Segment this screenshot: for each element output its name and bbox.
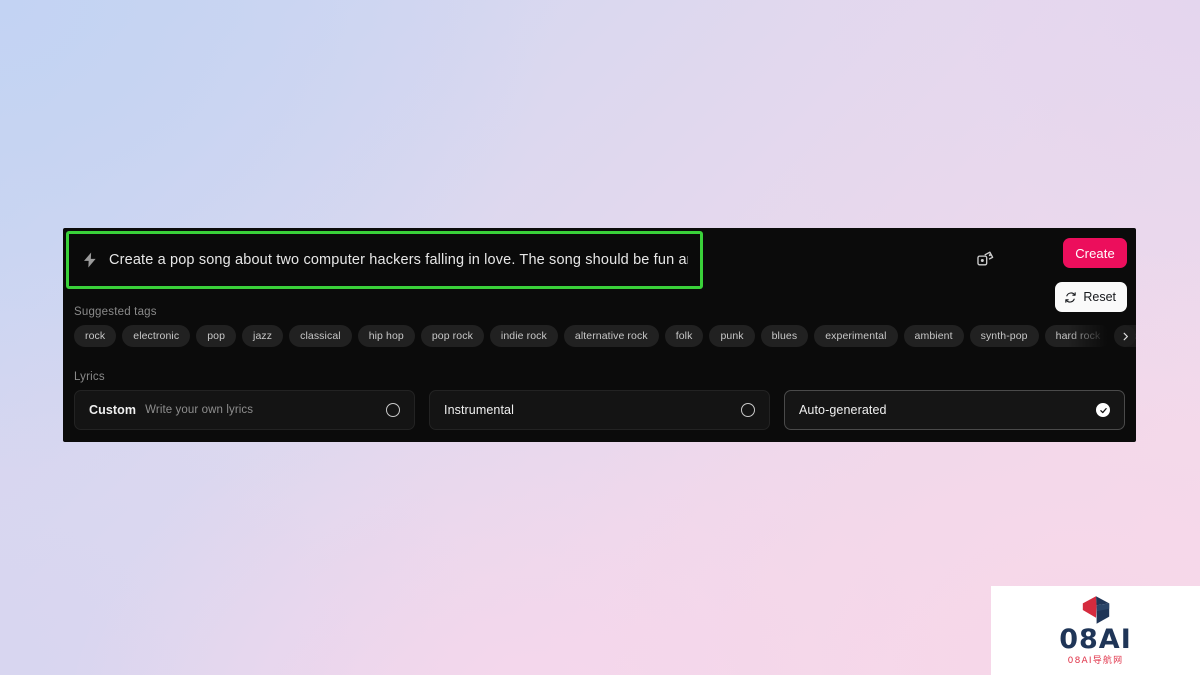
lyrics-option-title: Custom [89, 403, 137, 417]
refresh-icon [1065, 291, 1077, 303]
tag-chip[interactable]: experimental [814, 325, 898, 347]
tag-chip[interactable]: indie rock [489, 325, 558, 347]
cube-logo-icon [1082, 596, 1109, 624]
lyrics-option-title: Instrumental [444, 403, 514, 417]
chevron-right-icon [1123, 332, 1128, 340]
tag-chip[interactable]: pop rock [420, 325, 484, 347]
radio-unselected-icon[interactable] [741, 403, 755, 417]
tag-chip[interactable]: electronic [122, 325, 191, 347]
watermark: 08AI 08AI导航网 [991, 586, 1200, 675]
dice-randomize-icon[interactable] [973, 246, 997, 270]
prompt-row: Create a pop song about two computer hac… [63, 228, 1136, 289]
lyrics-options: Custom Write your own lyrics Instrumental A… [74, 390, 1125, 430]
lyrics-option-card[interactable]: Custom Write your own lyrics [74, 390, 415, 430]
reset-label: Reset [1083, 290, 1116, 304]
prompt-input[interactable]: Create a pop song about two computer hac… [66, 231, 703, 289]
tag-chip[interactable]: synth-pop [969, 325, 1039, 347]
prompt-text: Create a pop song about two computer hac… [109, 251, 688, 268]
tag-chip[interactable]: ambient [903, 325, 964, 347]
tag-chip[interactable]: hip hop [357, 325, 415, 347]
tag-chip[interactable]: punk [709, 325, 755, 347]
lightning-bolt-icon [84, 252, 96, 268]
tag-chip[interactable]: pop [196, 325, 237, 347]
tag-chip[interactable]: blues [760, 325, 809, 347]
tag-chip[interactable]: folk [664, 325, 704, 347]
lyrics-label: Lyrics [74, 371, 105, 383]
lyrics-option-card[interactable]: Auto-generated [784, 390, 1125, 430]
watermark-subtitle: 08AI导航网 [1067, 656, 1124, 666]
tag-chip[interactable]: hard rock [1044, 325, 1112, 347]
lyrics-option-subtitle: Write your own lyrics [145, 404, 254, 416]
reset-button[interactable]: Reset [1055, 282, 1127, 312]
lyrics-option-card[interactable]: Instrumental [429, 390, 770, 430]
tag-chip[interactable]: alternative rock [563, 325, 659, 347]
suggested-tags-label: Suggested tags [74, 306, 157, 318]
create-button[interactable]: Create [1063, 238, 1127, 268]
radio-unselected-icon[interactable] [386, 403, 400, 417]
lyrics-option-title: Auto-generated [799, 403, 887, 417]
radio-selected-icon[interactable] [1096, 403, 1110, 417]
tags-next-button[interactable] [1114, 325, 1136, 347]
watermark-title: 08AI [1059, 624, 1132, 655]
tag-chip[interactable]: jazz [242, 325, 284, 347]
music-generator-panel: Create a pop song about two computer hac… [63, 228, 1136, 442]
tag-chip[interactable]: classical [289, 325, 352, 347]
suggested-tags-list[interactable]: rock electronic pop jazz classical hip hop pop… [74, 325, 1136, 347]
tag-chip[interactable]: rock [74, 325, 117, 347]
